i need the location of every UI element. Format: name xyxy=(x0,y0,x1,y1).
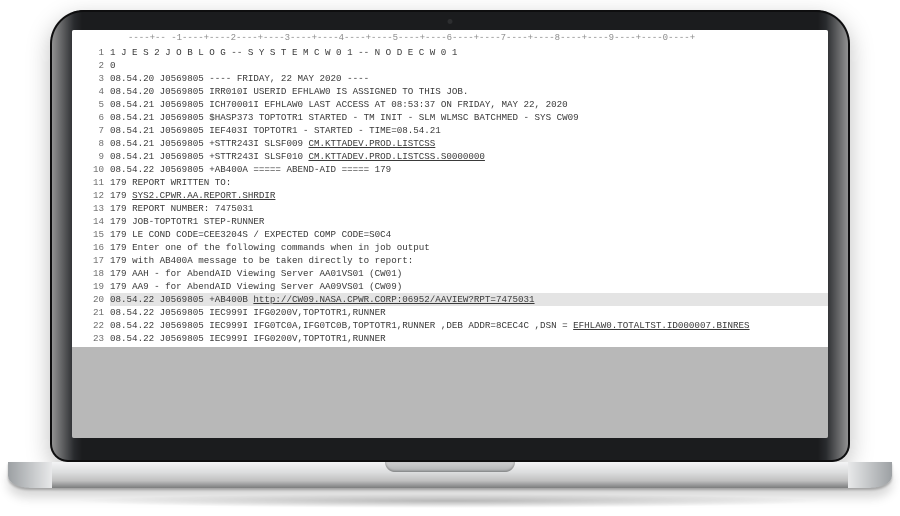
log-line: 8 08.54.21 J0569805 +STTR243I SLSF009 CM… xyxy=(72,137,828,150)
log-line: 4 08.54.20 J0569805 IRR010I USERID EFHLA… xyxy=(72,85,828,98)
line-text: 08.54.22 J0569805 IEC999I IFG0TC0A,IFG0T… xyxy=(110,319,828,332)
line-number: 2 xyxy=(72,59,110,72)
log-line: 15 179 LE COND CODE=CEE3204S / EXPECTED … xyxy=(72,228,828,241)
screen-bezel: ----+-- -1----+----2----+----3----+----4… xyxy=(50,10,850,462)
log-line: 10 08.54.22 J0569805 +AB400A ===== ABEND… xyxy=(72,163,828,176)
line-text: 08.54.21 J0569805 +STTR243I SLSF009 CM.K… xyxy=(110,137,828,150)
line-text: 179 REPORT WRITTEN TO: xyxy=(110,176,828,189)
laptop-base xyxy=(8,462,892,488)
log-line: 13 179 REPORT NUMBER: 7475031 xyxy=(72,202,828,215)
line-number: 3 xyxy=(72,72,110,85)
camera-dot xyxy=(448,19,453,24)
line-number: 19 xyxy=(72,280,110,293)
log-line: 20 xyxy=(72,59,828,72)
line-text: 179 with AB400A message to be taken dire… xyxy=(110,254,828,267)
screen: ----+-- -1----+----2----+----3----+----4… xyxy=(72,30,828,438)
screen-unused-area xyxy=(72,347,828,438)
log-line: 7 08.54.21 J0569805 IEF403I TOPTOTR1 - S… xyxy=(72,124,828,137)
line-number: 5 xyxy=(72,98,110,111)
line-number: 16 xyxy=(72,241,110,254)
log-lines: 11 J E S 2 J O B L O G -- S Y S T E M C … xyxy=(72,46,828,347)
log-line: 16 179 Enter one of the following comman… xyxy=(72,241,828,254)
line-text: 08.54.21 J0569805 +STTR243I SLSF010 CM.K… xyxy=(110,150,828,163)
log-line: 14 179 JOB-TOPTOTR1 STEP-RUNNER xyxy=(72,215,828,228)
line-number: 6 xyxy=(72,111,110,124)
line-number: 21 xyxy=(72,306,110,319)
line-number: 15 xyxy=(72,228,110,241)
underlined-token: CM.KTTADEV.PROD.LISTCSS xyxy=(309,138,436,149)
line-text: 08.54.21 J0569805 $HASP373 TOPTOTR1 STAR… xyxy=(110,111,828,124)
line-number: 9 xyxy=(72,150,110,163)
log-line: 21 08.54.22 J0569805 IEC999I IFG0200V,TO… xyxy=(72,306,828,319)
trackpad-notch xyxy=(385,462,515,472)
line-number: 22 xyxy=(72,319,110,332)
line-text: 1 J E S 2 J O B L O G -- S Y S T E M C W… xyxy=(110,46,828,59)
line-number: 17 xyxy=(72,254,110,267)
line-text: 179 AA9 - for AbendAID Viewing Server AA… xyxy=(110,280,828,293)
log-line: 20 08.54.22 J0569805 +AB400B http://CW09… xyxy=(72,293,828,306)
line-text: 179 SYS2.CPWR.AA.REPORT.SHRDIR xyxy=(110,189,828,202)
line-number: 4 xyxy=(72,85,110,98)
line-text: 08.54.22 J0569805 IEC999I IFG0200V,TOPTO… xyxy=(110,306,828,319)
log-line: 5 08.54.21 J0569805 ICH70001I EFHLAW0 LA… xyxy=(72,98,828,111)
line-text: 0 xyxy=(110,59,828,72)
line-text: 08.54.21 J0569805 ICH70001I EFHLAW0 LAST… xyxy=(110,98,828,111)
underlined-token: EFHLAW0.TOTALTST.ID000007.BINRES xyxy=(573,320,749,331)
log-line: 11 J E S 2 J O B L O G -- S Y S T E M C … xyxy=(72,46,828,59)
line-text: 08.54.22 J0569805 +AB400B http://CW09.NA… xyxy=(110,293,828,306)
line-number: 13 xyxy=(72,202,110,215)
ruler-text: ----+-- -1----+----2----+----3----+----4… xyxy=(128,33,695,43)
column-ruler: ----+-- -1----+----2----+----3----+----4… xyxy=(72,30,828,46)
line-number: 12 xyxy=(72,189,110,202)
line-text: 179 JOB-TOPTOTR1 STEP-RUNNER xyxy=(110,215,828,228)
log-line: 3 08.54.20 J0569805 ---- FRIDAY, 22 MAY … xyxy=(72,72,828,85)
line-text: 08.54.22 J0569805 +AB400A ===== ABEND-AI… xyxy=(110,163,828,176)
line-text: 08.54.20 J0569805 ---- FRIDAY, 22 MAY 20… xyxy=(110,72,828,85)
drop-shadow xyxy=(70,494,830,508)
log-line: 22 08.54.22 J0569805 IEC999I IFG0TC0A,IF… xyxy=(72,319,828,332)
underlined-token: CM.KTTADEV.PROD.LISTCSS.S0000000 xyxy=(309,151,485,162)
line-number: 20 xyxy=(72,293,110,306)
line-text: 179 Enter one of the following commands … xyxy=(110,241,828,254)
underlined-token: SYS2.CPWR.AA.REPORT.SHRDIR xyxy=(132,190,275,201)
log-line: 12 179 SYS2.CPWR.AA.REPORT.SHRDIR xyxy=(72,189,828,202)
log-line: 19 179 AA9 - for AbendAID Viewing Server… xyxy=(72,280,828,293)
line-text: 179 REPORT NUMBER: 7475031 xyxy=(110,202,828,215)
log-line: 17 179 with AB400A message to be taken d… xyxy=(72,254,828,267)
line-number: 11 xyxy=(72,176,110,189)
log-line: 6 08.54.21 J0569805 $HASP373 TOPTOTR1 ST… xyxy=(72,111,828,124)
line-text: 08.54.20 J0569805 IRR010I USERID EFHLAW0… xyxy=(110,85,828,98)
line-number: 18 xyxy=(72,267,110,280)
line-number: 7 xyxy=(72,124,110,137)
line-text: 08.54.21 J0569805 IEF403I TOPTOTR1 - STA… xyxy=(110,124,828,137)
line-number: 23 xyxy=(72,332,110,345)
line-number: 14 xyxy=(72,215,110,228)
log-line: 18 179 AAH - for AbendAID Viewing Server… xyxy=(72,267,828,280)
underlined-token: http://CW09.NASA.CPWR.CORP:06952/AAVIEW?… xyxy=(253,294,534,305)
laptop-frame: ----+-- -1----+----2----+----3----+----4… xyxy=(50,10,850,508)
line-text: 179 LE COND CODE=CEE3204S / EXPECTED COM… xyxy=(110,228,828,241)
line-text: 08.54.22 J0569805 IEC999I IFG0200V,TOPTO… xyxy=(110,332,828,345)
line-number: 10 xyxy=(72,163,110,176)
line-text: 179 AAH - for AbendAID Viewing Server AA… xyxy=(110,267,828,280)
line-number: 8 xyxy=(72,137,110,150)
terminal-output: ----+-- -1----+----2----+----3----+----4… xyxy=(72,30,828,347)
log-line: 9 08.54.21 J0569805 +STTR243I SLSF010 CM… xyxy=(72,150,828,163)
log-line: 23 08.54.22 J0569805 IEC999I IFG0200V,TO… xyxy=(72,332,828,345)
log-line: 11 179 REPORT WRITTEN TO: xyxy=(72,176,828,189)
line-number: 1 xyxy=(72,46,110,59)
